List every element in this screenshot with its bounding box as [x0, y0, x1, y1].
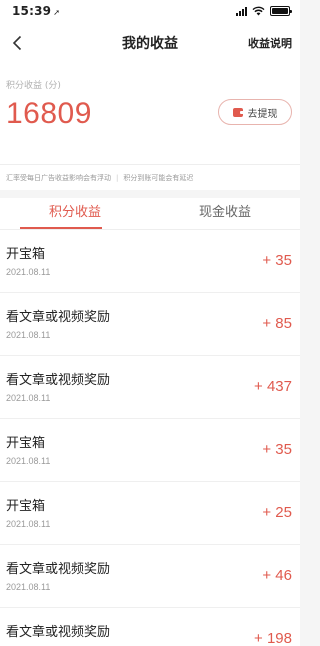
record-title: 开宝箱 — [6, 499, 46, 514]
list-item[interactable]: 开宝箱 2021.08.11 + 25 — [0, 482, 300, 545]
record-date: 2021.08.11 — [6, 330, 51, 340]
cellular-signal-icon — [236, 6, 247, 16]
location-arrow-icon: ➚ — [53, 8, 61, 17]
record-amount: + 198 — [254, 630, 292, 646]
tab-points-earnings[interactable]: 积分收益 — [0, 198, 150, 229]
list-item[interactable]: 看文章或视频奖励 + 198 — [0, 608, 300, 646]
record-title: 看文章或视频奖励 — [6, 310, 111, 325]
notice-separator: | — [116, 173, 119, 182]
battery-icon — [270, 6, 292, 16]
list-item[interactable]: 开宝箱 2021.08.11 + 35 — [0, 419, 300, 482]
earnings-list: 开宝箱 2021.08.11 + 35 看文章或视频奖励 2021.08.11 … — [0, 230, 300, 646]
status-bar: 15:39 ➚ — [0, 0, 300, 22]
tab-cash-earnings[interactable]: 现金收益 — [150, 198, 300, 229]
record-amount: + 35 — [262, 252, 292, 269]
status-time: 15:39 ➚ — [12, 4, 60, 18]
record-date: 2021.08.11 — [6, 393, 51, 403]
record-date: 2021.08.11 — [6, 456, 51, 466]
record-date: 2021.08.11 — [6, 267, 51, 277]
record-title: 开宝箱 — [6, 436, 46, 451]
list-item[interactable]: 开宝箱 2021.08.11 + 35 — [0, 230, 300, 293]
summary-label: 积分收益 (分) — [6, 81, 61, 91]
record-title: 看文章或视频奖励 — [6, 625, 111, 640]
list-item[interactable]: 看文章或视频奖励 2021.08.11 + 85 — [0, 293, 300, 356]
active-tab-indicator — [20, 227, 102, 229]
earnings-tabs: 积分收益 现金收益 — [0, 198, 300, 230]
back-button[interactable] — [6, 28, 28, 58]
notice-left: 汇率受每日广告收益影响会有浮动 — [6, 173, 111, 182]
record-amount: + 25 — [262, 504, 292, 521]
nav-bar: 我的收益 收益说明 — [0, 22, 300, 64]
status-icons — [236, 6, 292, 16]
chevron-left-icon — [12, 35, 22, 51]
record-date: 2021.08.11 — [6, 519, 51, 529]
record-date: 2021.08.11 — [6, 582, 51, 592]
withdraw-label: 去提现 — [247, 108, 278, 120]
notice-right: 积分到账可能会有延迟 — [123, 173, 194, 182]
list-item[interactable]: 看文章或视频奖励 2021.08.11 + 46 — [0, 545, 300, 608]
record-amount: + 85 — [262, 315, 292, 332]
earnings-info-link[interactable]: 收益说明 — [248, 35, 292, 51]
record-amount: + 437 — [254, 378, 292, 395]
rate-notice: 汇率受每日广告收益影响会有浮动 | 积分到账可能会有延迟 — [0, 164, 300, 190]
record-title: 开宝箱 — [6, 247, 46, 262]
record-title: 看文章或视频奖励 — [6, 562, 111, 577]
withdraw-button[interactable]: 去提现 — [218, 99, 292, 125]
earnings-summary: 积分收益 (分) 16809 去提现 — [0, 64, 300, 164]
record-title: 看文章或视频奖励 — [6, 373, 111, 388]
record-amount: + 46 — [262, 567, 292, 584]
list-item[interactable]: 看文章或视频奖励 2021.08.11 + 437 — [0, 356, 300, 419]
record-amount: + 35 — [262, 441, 292, 458]
wifi-icon — [252, 6, 265, 16]
wallet-icon — [232, 107, 244, 117]
clock-text: 15:39 — [12, 4, 52, 18]
